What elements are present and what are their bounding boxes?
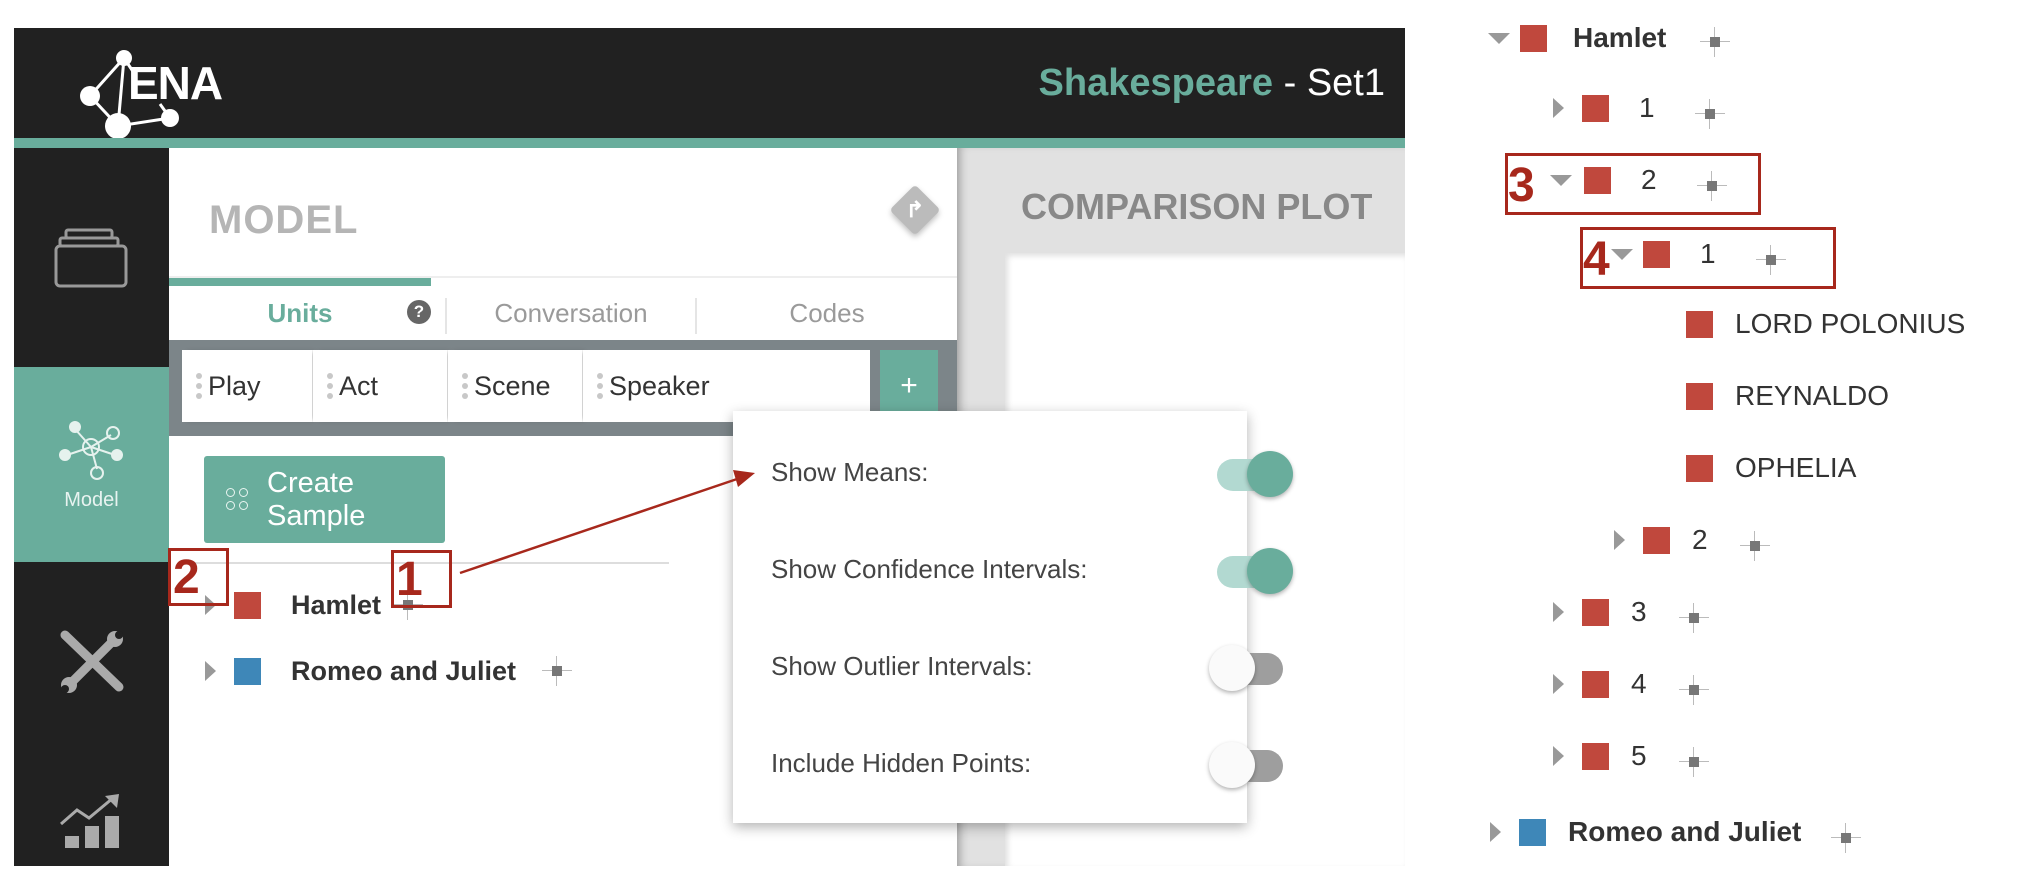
arrow-head-icon [733,470,755,487]
annotation-arrow [459,470,755,575]
